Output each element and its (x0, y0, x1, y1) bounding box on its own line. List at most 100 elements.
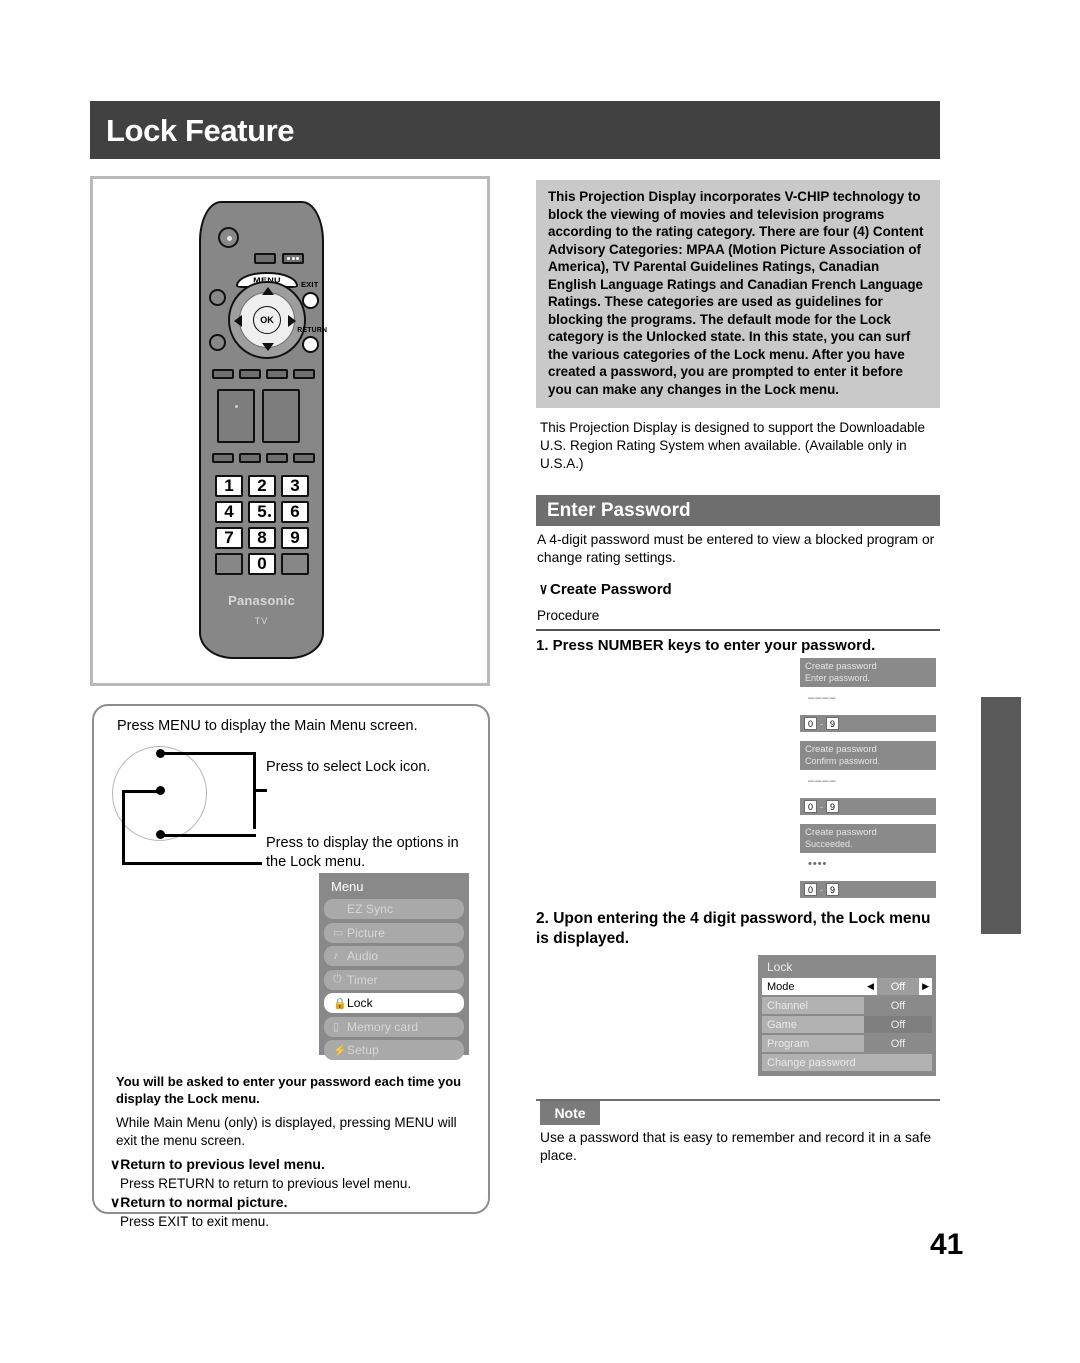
page-title-banner: Lock Feature (90, 101, 940, 159)
osd-subtitle: Enter password. (805, 673, 871, 683)
strip-button-5-icon (212, 453, 234, 463)
menu-instruction-2: Press to select Lock icon. (266, 759, 431, 775)
password-field[interactable]: –––– (800, 770, 936, 798)
return-button-icon (302, 336, 319, 353)
arrow-up-icon (262, 287, 274, 295)
return-previous-heading: ∨Return to previous level menu. (110, 1156, 325, 1172)
create-password-heading: ∨ Create Password (539, 581, 672, 598)
chevron-down-icon: ∨ (539, 581, 548, 598)
blank-key-left (215, 553, 243, 575)
memory-card-icon: ▯ (333, 1021, 340, 1033)
ok-button-icon: OK (253, 306, 281, 334)
left-side-button-2-icon (209, 334, 226, 351)
menu-item-timer[interactable]: ⏻ Timer (324, 969, 464, 990)
strip-button-7-icon (266, 453, 288, 463)
return-normal-heading: ∨Return to normal picture. (110, 1194, 288, 1210)
vchip-paragraph: This Projection Display incorporates V-C… (548, 189, 924, 398)
number-key: 9 (281, 527, 309, 549)
password-intro-text: A 4-digit password must be entered to vi… (537, 532, 935, 566)
number-key: 0 (248, 553, 276, 575)
setup-bolt-icon: ⚡ (333, 1044, 347, 1057)
create-password-osd-confirm: Create password Confirm password. –––– 0… (800, 741, 936, 815)
mode-label: TV (254, 616, 269, 626)
power-button-icon (218, 227, 239, 248)
lock-menu-osd: Lock Mode ◀ Off ▶ Channel Off Game Off P… (758, 955, 936, 1076)
left-side-button-1-icon (209, 289, 226, 306)
panel-normal-note: While Main Menu (only) is displayed, pre… (116, 1115, 457, 1148)
lock-row-game[interactable]: Game Off (762, 1016, 932, 1033)
menu-item-memory-card[interactable]: ▯ Memory card (324, 1016, 464, 1037)
lock-row-program[interactable]: Program Off (762, 1035, 932, 1052)
panel-bold-note: You will be asked to enter your password… (116, 1074, 462, 1106)
remote-body: MENU OK EXIT RETURN 1 2 3 4 5 6 7 8 9 0 … (199, 201, 327, 659)
key-dash: - (820, 884, 823, 895)
picture-icon: ▭ (333, 927, 344, 939)
arrow-right-icon (288, 315, 296, 327)
lock-row-mode[interactable]: Mode ◀ Off ▶ (762, 978, 932, 995)
menu-item-lock[interactable]: 🔒 Lock (324, 993, 464, 1013)
menu-navigation-panel: Press MENU to display the Main Menu scre… (92, 704, 490, 1229)
key-dash: - (820, 801, 823, 812)
vchip-info-box: This Projection Display incorporates V-C… (536, 180, 940, 408)
strip-button-8-icon (293, 453, 315, 463)
audio-note-icon: ♪ (333, 950, 339, 962)
note-badge: Note (540, 1101, 600, 1125)
leader-line-down-h (161, 834, 256, 837)
step-1-text: 1. Press NUMBER keys to enter your passw… (536, 637, 876, 654)
small-button-1-icon (254, 253, 276, 264)
main-menu-osd: Menu EZ Sync ▭ Picture ♪ Audio ⏻ Timer 🔒 Loc… (319, 873, 469, 1060)
numeric-keypad: 1 2 3 4 5 6 7 8 9 0 (215, 475, 313, 575)
left-arrow-icon[interactable]: ◀ (864, 978, 877, 995)
lock-row-label: Mode (762, 978, 864, 995)
return-previous-text: Press RETURN to return to previous level… (120, 1176, 412, 1191)
brand-label: Panasonic (228, 593, 295, 608)
osd-keyrange: 0 - 9 (800, 798, 936, 815)
enter-password-heading: Enter Password (547, 499, 691, 521)
number-key: 7 (215, 527, 243, 549)
menu-item-picture[interactable]: ▭ Picture (324, 922, 464, 943)
osd-keyrange: 0 - 9 (800, 881, 936, 898)
enter-password-banner: Enter Password (536, 495, 940, 526)
procedure-label: Procedure (537, 608, 600, 623)
arrow-left-icon (234, 315, 242, 327)
osd-title: Create password (805, 744, 877, 755)
osd-title: Create password (805, 661, 877, 672)
lock-osd-title: Lock (767, 960, 793, 974)
volume-rocker-icon (262, 389, 300, 443)
right-arrow-icon[interactable]: ▶ (919, 978, 932, 995)
leader-line-center-v (122, 790, 125, 865)
key-high: 9 (826, 717, 839, 730)
menu-instruction-3: Press to display the options in the Lock… (266, 835, 459, 870)
timer-power-icon: ⏻ (333, 973, 342, 985)
key-high: 9 (826, 883, 839, 896)
menu-item-ez-sync[interactable]: EZ Sync (324, 899, 464, 919)
number-key: 4 (215, 501, 243, 523)
page-title: Lock Feature (106, 112, 295, 148)
lock-row-change-password[interactable]: Change password (762, 1054, 932, 1071)
step-2-text: 2. Upon entering the 4 digit password, t… (536, 910, 931, 948)
leader-line-to-text-3 (122, 862, 262, 865)
lock-row-value: Off (876, 978, 920, 995)
key-high: 9 (826, 800, 839, 813)
lock-row-value: Off (864, 1016, 932, 1033)
number-key: 8 (248, 527, 276, 549)
menu-item-setup[interactable]: ⚡ Setup (324, 1040, 464, 1060)
page-number: 41 (930, 1228, 964, 1261)
exit-button-icon (302, 292, 319, 309)
remote-control-figure: MENU OK EXIT RETURN 1 2 3 4 5 6 7 8 9 0 … (90, 176, 490, 686)
key-low: 0 (804, 883, 817, 896)
menu-item-audio[interactable]: ♪ Audio (324, 946, 464, 966)
number-key: 5 (248, 501, 276, 523)
lock-row-channel[interactable]: Channel Off (762, 997, 932, 1014)
strip-button-6-icon (239, 453, 261, 463)
key-dash: - (820, 718, 823, 729)
strip-button-2-icon (239, 369, 261, 379)
lock-row-label: Channel (762, 997, 864, 1014)
password-field[interactable]: –––– (800, 687, 936, 715)
arrow-down-icon (262, 343, 274, 351)
strip-button-1-icon (212, 369, 234, 379)
password-field[interactable]: •••• (800, 853, 936, 881)
osd-subtitle: Confirm password. (805, 756, 881, 766)
blank-key-right (281, 553, 309, 575)
procedure-divider (536, 629, 940, 631)
